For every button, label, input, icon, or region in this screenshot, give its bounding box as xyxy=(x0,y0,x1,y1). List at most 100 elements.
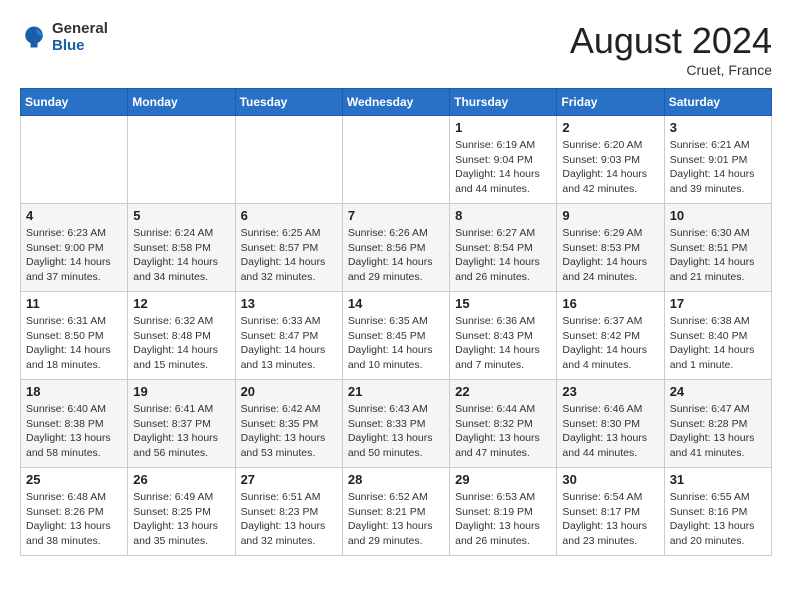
col-monday: Monday xyxy=(128,89,235,116)
day-info: Sunrise: 6:51 AM Sunset: 8:23 PM Dayligh… xyxy=(241,490,337,549)
day-number: 11 xyxy=(26,296,122,311)
calendar-cell: 26 Sunrise: 6:49 AM Sunset: 8:25 PM Dayli… xyxy=(128,468,235,556)
day-number: 23 xyxy=(562,384,658,399)
col-wednesday: Wednesday xyxy=(342,89,449,116)
day-number: 17 xyxy=(670,296,766,311)
day-info: Sunrise: 6:23 AM Sunset: 9:00 PM Dayligh… xyxy=(26,226,122,285)
logo: General Blue xyxy=(20,20,108,54)
month-year: August 2024 xyxy=(570,20,772,62)
calendar-cell: 17Sunrise: 6:38 AM Sunset: 8:40 PM Dayli… xyxy=(664,292,771,380)
calendar-cell: 23 Sunrise: 6:46 AM Sunset: 8:30 PM Dayli… xyxy=(557,380,664,468)
day-number: 30 xyxy=(562,472,658,487)
calendar-week-row: 25 Sunrise: 6:48 AM Sunset: 8:26 PM Dayli… xyxy=(21,468,772,556)
day-info: Sunrise: 6:27 AM Sunset: 8:54 PM Dayligh… xyxy=(455,226,551,285)
day-number: 12 xyxy=(133,296,229,311)
day-number: 20 xyxy=(241,384,337,399)
calendar-cell: 19Sunrise: 6:41 AM Sunset: 8:37 PM Dayli… xyxy=(128,380,235,468)
day-info: Sunrise: 6:44 AM Sunset: 8:32 PM Dayligh… xyxy=(455,402,551,461)
day-info: Sunrise: 6:26 AM Sunset: 8:56 PM Dayligh… xyxy=(348,226,444,285)
calendar-cell xyxy=(21,116,128,204)
day-number: 13 xyxy=(241,296,337,311)
day-number: 31 xyxy=(670,472,766,487)
calendar-cell: 2 Sunrise: 6:20 AM Sunset: 9:03 PM Daylig… xyxy=(557,116,664,204)
header-row: Sunday Monday Tuesday Wednesday Thursday… xyxy=(21,89,772,116)
day-number: 25 xyxy=(26,472,122,487)
col-tuesday: Tuesday xyxy=(235,89,342,116)
calendar-cell: 30Sunrise: 6:54 AM Sunset: 8:17 PM Dayli… xyxy=(557,468,664,556)
title-block: August 2024 Cruet, France xyxy=(570,20,772,78)
col-sunday: Sunday xyxy=(21,89,128,116)
day-info: Sunrise: 6:48 AM Sunset: 8:26 PM Dayligh… xyxy=(26,490,122,549)
day-info: Sunrise: 6:20 AM Sunset: 9:03 PM Dayligh… xyxy=(562,138,658,197)
day-number: 10 xyxy=(670,208,766,223)
calendar-week-row: 4 Sunrise: 6:23 AM Sunset: 9:00 PM Daylig… xyxy=(21,204,772,292)
day-number: 27 xyxy=(241,472,337,487)
calendar-cell: 31Sunrise: 6:55 AM Sunset: 8:16 PM Dayli… xyxy=(664,468,771,556)
calendar-table: Sunday Monday Tuesday Wednesday Thursday… xyxy=(20,88,772,556)
day-info: Sunrise: 6:42 AM Sunset: 8:35 PM Dayligh… xyxy=(241,402,337,461)
day-info: Sunrise: 6:47 AM Sunset: 8:28 PM Dayligh… xyxy=(670,402,766,461)
calendar-cell: 12Sunrise: 6:32 AM Sunset: 8:48 PM Dayli… xyxy=(128,292,235,380)
day-info: Sunrise: 6:52 AM Sunset: 8:21 PM Dayligh… xyxy=(348,490,444,549)
day-info: Sunrise: 6:24 AM Sunset: 8:58 PM Dayligh… xyxy=(133,226,229,285)
calendar-cell: 5Sunrise: 6:24 AM Sunset: 8:58 PM Daylig… xyxy=(128,204,235,292)
day-info: Sunrise: 6:33 AM Sunset: 8:47 PM Dayligh… xyxy=(241,314,337,373)
day-number: 26 xyxy=(133,472,229,487)
calendar-cell: 3 Sunrise: 6:21 AM Sunset: 9:01 PM Daylig… xyxy=(664,116,771,204)
day-number: 14 xyxy=(348,296,444,311)
day-number: 6 xyxy=(241,208,337,223)
day-number: 3 xyxy=(670,120,766,135)
day-number: 28 xyxy=(348,472,444,487)
calendar-cell: 21 Sunrise: 6:43 AM Sunset: 8:33 PM Dayli… xyxy=(342,380,449,468)
calendar-body: 1 Sunrise: 6:19 AM Sunset: 9:04 PM Daylig… xyxy=(21,116,772,556)
day-info: Sunrise: 6:53 AM Sunset: 8:19 PM Dayligh… xyxy=(455,490,551,549)
day-info: Sunrise: 6:35 AM Sunset: 8:45 PM Dayligh… xyxy=(348,314,444,373)
day-number: 4 xyxy=(26,208,122,223)
calendar-cell xyxy=(342,116,449,204)
day-number: 9 xyxy=(562,208,658,223)
col-friday: Friday xyxy=(557,89,664,116)
day-info: Sunrise: 6:40 AM Sunset: 8:38 PM Dayligh… xyxy=(26,402,122,461)
calendar-week-row: 18Sunrise: 6:40 AM Sunset: 8:38 PM Dayli… xyxy=(21,380,772,468)
calendar-cell: 8 Sunrise: 6:27 AM Sunset: 8:54 PM Daylig… xyxy=(450,204,557,292)
calendar-header: Sunday Monday Tuesday Wednesday Thursday… xyxy=(21,89,772,116)
calendar-cell: 28 Sunrise: 6:52 AM Sunset: 8:21 PM Dayli… xyxy=(342,468,449,556)
day-info: Sunrise: 6:46 AM Sunset: 8:30 PM Dayligh… xyxy=(562,402,658,461)
calendar-cell: 29Sunrise: 6:53 AM Sunset: 8:19 PM Dayli… xyxy=(450,468,557,556)
day-info: Sunrise: 6:21 AM Sunset: 9:01 PM Dayligh… xyxy=(670,138,766,197)
calendar-week-row: 1 Sunrise: 6:19 AM Sunset: 9:04 PM Daylig… xyxy=(21,116,772,204)
day-info: Sunrise: 6:25 AM Sunset: 8:57 PM Dayligh… xyxy=(241,226,337,285)
day-number: 22 xyxy=(455,384,551,399)
logo-text: General Blue xyxy=(52,20,108,54)
calendar-cell xyxy=(235,116,342,204)
logo-icon xyxy=(20,23,48,51)
day-info: Sunrise: 6:37 AM Sunset: 8:42 PM Dayligh… xyxy=(562,314,658,373)
col-saturday: Saturday xyxy=(664,89,771,116)
calendar-cell: 27 Sunrise: 6:51 AM Sunset: 8:23 PM Dayli… xyxy=(235,468,342,556)
day-info: Sunrise: 6:43 AM Sunset: 8:33 PM Dayligh… xyxy=(348,402,444,461)
calendar-cell: 13 Sunrise: 6:33 AM Sunset: 8:47 PM Dayli… xyxy=(235,292,342,380)
day-info: Sunrise: 6:19 AM Sunset: 9:04 PM Dayligh… xyxy=(455,138,551,197)
day-number: 8 xyxy=(455,208,551,223)
calendar-cell: 9Sunrise: 6:29 AM Sunset: 8:53 PM Daylig… xyxy=(557,204,664,292)
day-info: Sunrise: 6:31 AM Sunset: 8:50 PM Dayligh… xyxy=(26,314,122,373)
calendar-cell: 25 Sunrise: 6:48 AM Sunset: 8:26 PM Dayli… xyxy=(21,468,128,556)
calendar-cell: 11 Sunrise: 6:31 AM Sunset: 8:50 PM Dayli… xyxy=(21,292,128,380)
calendar-cell: 22 Sunrise: 6:44 AM Sunset: 8:32 PM Dayli… xyxy=(450,380,557,468)
location: Cruet, France xyxy=(570,62,772,78)
day-info: Sunrise: 6:49 AM Sunset: 8:25 PM Dayligh… xyxy=(133,490,229,549)
day-number: 1 xyxy=(455,120,551,135)
day-number: 7 xyxy=(348,208,444,223)
page-header: General Blue August 2024 Cruet, France xyxy=(20,20,772,78)
calendar-cell: 4 Sunrise: 6:23 AM Sunset: 9:00 PM Daylig… xyxy=(21,204,128,292)
day-info: Sunrise: 6:30 AM Sunset: 8:51 PM Dayligh… xyxy=(670,226,766,285)
calendar-cell: 14 Sunrise: 6:35 AM Sunset: 8:45 PM Dayli… xyxy=(342,292,449,380)
col-thursday: Thursday xyxy=(450,89,557,116)
calendar-cell: 15Sunrise: 6:36 AM Sunset: 8:43 PM Dayli… xyxy=(450,292,557,380)
day-number: 21 xyxy=(348,384,444,399)
day-info: Sunrise: 6:41 AM Sunset: 8:37 PM Dayligh… xyxy=(133,402,229,461)
calendar-cell: 7 Sunrise: 6:26 AM Sunset: 8:56 PM Daylig… xyxy=(342,204,449,292)
calendar-cell xyxy=(128,116,235,204)
calendar-cell: 6 Sunrise: 6:25 AM Sunset: 8:57 PM Daylig… xyxy=(235,204,342,292)
day-number: 2 xyxy=(562,120,658,135)
